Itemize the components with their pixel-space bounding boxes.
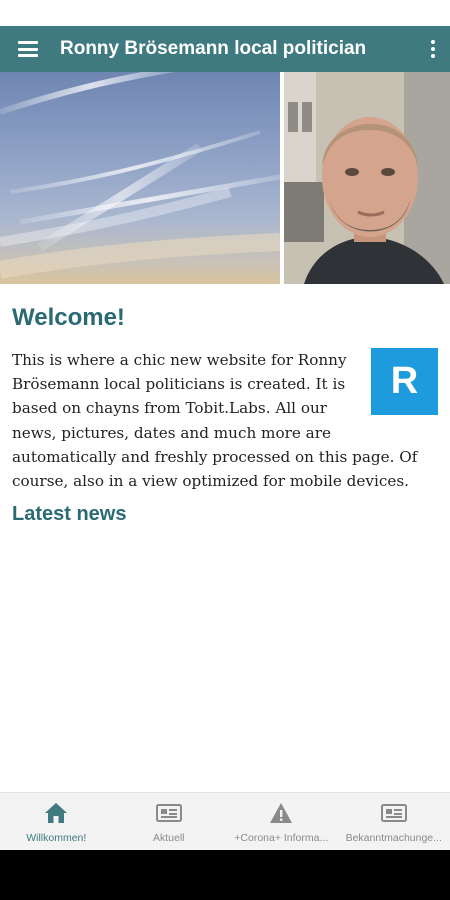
app-title: Ronny Brösemann local politician — [60, 38, 367, 59]
nav-item-bekanntmachungen[interactable]: Bekanntmachunge... — [338, 793, 450, 851]
nav-item-aktuell[interactable]: Aktuell — [113, 793, 226, 851]
more-vert-icon — [431, 40, 435, 58]
nav-label: +Corona+ Informa... — [234, 832, 329, 844]
nav-label: Willkommen! — [26, 832, 87, 844]
site-logo: R — [371, 348, 438, 415]
portrait-image — [284, 72, 450, 284]
app-bar: Ronny Brösemann local politician — [0, 26, 450, 72]
more-options-button[interactable] — [416, 26, 450, 72]
newspaper-icon — [155, 802, 182, 824]
hamburger-icon — [18, 41, 38, 57]
nav-item-willkommen[interactable]: Willkommen! — [0, 793, 113, 851]
main-content: Welcome! R This is where a chic new webs… — [0, 284, 450, 526]
intro-section: R This is where a chic new website for R… — [12, 348, 438, 493]
latest-news-heading: Latest news — [12, 503, 127, 526]
newspaper-icon — [380, 802, 407, 824]
bottom-navigation: Willkommen! Aktuell +Corona+ Informa... — [0, 792, 450, 850]
header-banner — [0, 72, 450, 284]
welcome-heading: Welcome! — [12, 304, 125, 331]
sky-image — [0, 72, 280, 284]
menu-button[interactable] — [0, 26, 56, 72]
system-navigation-bar — [0, 850, 450, 900]
home-icon — [43, 802, 69, 824]
nav-label: Bekanntmachunge... — [345, 832, 442, 844]
nav-label: Aktuell — [152, 832, 185, 844]
nav-item-corona-info[interactable]: +Corona+ Informa... — [225, 793, 338, 851]
warning-icon — [268, 802, 294, 824]
status-bar — [0, 0, 450, 26]
